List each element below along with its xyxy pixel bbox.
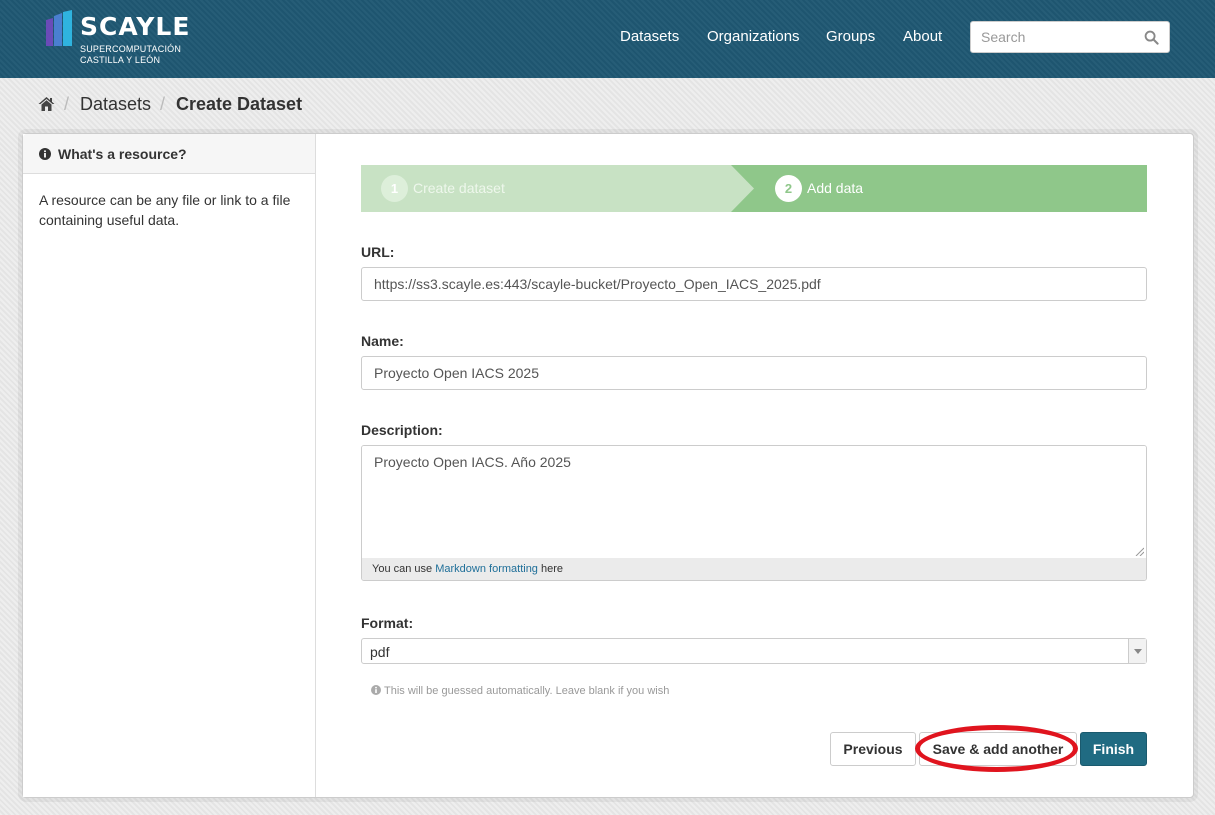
description-field: Proyecto Open IACS. Año 2025 You can use… [361, 445, 1147, 581]
stage-number: 2 [775, 175, 802, 202]
description-textarea[interactable]: Proyecto Open IACS. Año 2025 [362, 446, 1146, 558]
format-label: Format: [361, 615, 414, 631]
main-wrapper: What's a resource? A resource can be any… [22, 133, 1194, 798]
markdown-formatting-link[interactable]: Markdown formatting [435, 563, 538, 575]
search-icon[interactable] [1144, 30, 1159, 45]
markdown-hint-suffix: here [541, 563, 564, 575]
stage-add-data: 2 Add data [731, 165, 1147, 212]
masthead: SCAYLE SUPERCOMPUTACIÓN CASTILLA Y LEÓN … [0, 0, 1215, 78]
stage-create-dataset[interactable]: 1 Create dataset [361, 165, 754, 212]
scayle-logo[interactable]: SCAYLE SUPERCOMPUTACIÓN CASTILLA Y LEÓN [46, 10, 196, 68]
sidebar: What's a resource? A resource can be any… [23, 134, 316, 797]
description-label: Description: [361, 422, 443, 438]
scayle-logo-mark-icon [46, 10, 72, 46]
url-input[interactable] [361, 267, 1147, 301]
info-circle-icon [39, 148, 51, 160]
sidebar-header: What's a resource? [23, 134, 315, 174]
home-icon[interactable] [38, 96, 55, 112]
nav-about[interactable]: About [903, 28, 942, 45]
url-label: URL: [361, 244, 395, 260]
chevron-down-icon [1134, 649, 1142, 654]
brand-subtitle-line2: CASTILLA Y LEÓN [80, 55, 161, 65]
previous-button[interactable]: Previous [830, 732, 916, 766]
format-value: pdf [370, 644, 390, 660]
breadcrumb-separator: / [64, 94, 70, 114]
name-input[interactable] [361, 356, 1147, 390]
format-select[interactable]: pdf [361, 638, 1147, 664]
brand-subtitle-line1: SUPERCOMPUTACIÓN [80, 44, 182, 54]
breadcrumb-datasets[interactable]: Datasets [80, 94, 151, 115]
stage-number: 1 [381, 175, 408, 202]
breadcrumb-current: Create Dataset [176, 94, 303, 114]
name-label: Name: [361, 333, 404, 349]
finish-button[interactable]: Finish [1080, 732, 1147, 766]
info-circle-icon [371, 685, 381, 695]
resize-grip-icon[interactable] [1134, 546, 1144, 556]
search-input[interactable] [981, 29, 1141, 45]
nav-groups[interactable]: Groups [826, 28, 875, 45]
format-dropdown-toggle[interactable] [1128, 639, 1146, 663]
stage-arrow [731, 165, 754, 212]
sidebar-text: A resource can be any file or link to a … [39, 192, 291, 228]
sidebar-title: What's a resource? [58, 146, 187, 162]
stage-progress: 1 Create dataset 2 Add data [361, 165, 1147, 212]
stage-label: Create dataset [413, 180, 505, 196]
markdown-hint: You can use Markdown formatting here [362, 558, 1146, 580]
search-box [970, 21, 1170, 53]
stage-label: Add data [807, 180, 864, 196]
nav-organizations[interactable]: Organizations [707, 28, 800, 45]
format-help-text: This will be guessed automatically. Leav… [384, 685, 670, 697]
nav-datasets[interactable]: Datasets [620, 28, 679, 45]
save-add-another-button[interactable]: Save & add another [919, 732, 1077, 766]
breadcrumb-separator: / [160, 94, 166, 114]
markdown-hint-prefix: You can use [372, 563, 433, 575]
brand-name: SCAYLE [80, 12, 191, 41]
